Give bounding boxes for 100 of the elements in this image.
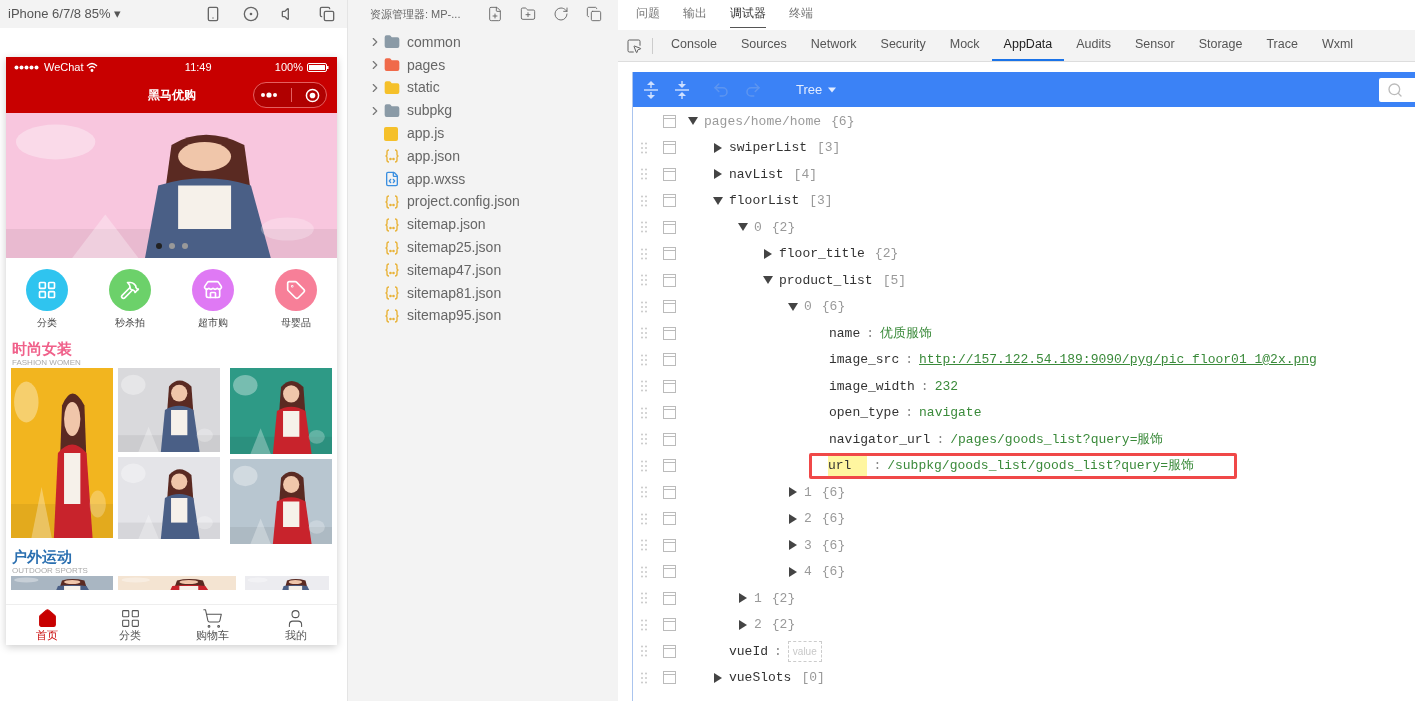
panel-icon[interactable] [663, 353, 676, 367]
panel-tab[interactable]: 输出 [683, 4, 707, 28]
panel-icon[interactable] [663, 114, 676, 128]
undo-icon[interactable] [712, 80, 730, 99]
panel-icon[interactable] [663, 247, 676, 261]
panel-icon[interactable] [663, 618, 676, 632]
category-label[interactable]: 超市购 [197, 314, 228, 330]
record-icon[interactable] [243, 6, 259, 22]
devtools-tab[interactable]: Sources [728, 30, 799, 61]
file-tree-item[interactable]: app.wxss [348, 167, 618, 191]
panel-tab[interactable]: 调试器 [730, 4, 766, 28]
panel-tab[interactable]: 终端 [789, 4, 813, 28]
panel-icon[interactable] [663, 379, 676, 393]
drag-handle-icon[interactable] [641, 565, 647, 578]
devtools-tab[interactable]: Network [798, 30, 869, 61]
category-icon[interactable] [26, 268, 69, 311]
panel-tab[interactable]: 问题 [636, 4, 660, 28]
drag-handle-icon[interactable] [641, 433, 647, 446]
new-file-icon[interactable] [487, 6, 503, 22]
phone-icon[interactable] [205, 6, 221, 22]
devtools-tab[interactable]: Storage [1186, 30, 1255, 61]
devtools-tab[interactable]: Security [868, 30, 938, 61]
panel-icon[interactable] [663, 406, 676, 420]
search-field[interactable] [1379, 77, 1415, 102]
category-label[interactable]: 秒杀拍 [115, 314, 146, 330]
drag-handle-icon[interactable] [641, 300, 647, 313]
tab-bar-item[interactable]: 首页 [22, 608, 73, 642]
file-tree-item[interactable]: app.js [348, 122, 618, 145]
window-icon[interactable] [319, 6, 335, 22]
drag-handle-icon[interactable] [641, 380, 647, 393]
devtools-tab[interactable]: Mock [937, 30, 992, 61]
file-tree-item[interactable]: subpkg [348, 99, 618, 123]
file-tree-item[interactable]: sitemap25.json [348, 236, 618, 259]
drag-handle-icon[interactable] [641, 221, 647, 234]
file-tree-item[interactable]: sitemap81.json [348, 281, 618, 305]
panel-icon[interactable] [663, 644, 676, 658]
tab-bar-item[interactable]: 我的 [270, 608, 321, 642]
category-label[interactable]: 母婴品 [280, 314, 311, 330]
panel-icon[interactable] [663, 194, 676, 208]
drag-handle-icon[interactable] [641, 592, 647, 605]
drag-handle-icon[interactable] [641, 512, 647, 525]
drag-handle-icon[interactable] [641, 645, 647, 658]
panel-icon[interactable] [663, 512, 676, 526]
category-label[interactable]: 分类 [37, 314, 58, 330]
new-folder-icon[interactable] [520, 6, 536, 22]
panel-icon[interactable] [663, 220, 676, 234]
panel-icon[interactable] [663, 300, 676, 314]
panel-icon[interactable] [663, 671, 676, 685]
devtools-tab[interactable]: Audits [1064, 30, 1123, 61]
drag-handle-icon[interactable] [641, 539, 647, 552]
file-tree-item[interactable]: static [348, 76, 618, 100]
drag-handle-icon[interactable] [641, 247, 647, 260]
drag-handle-icon[interactable] [641, 618, 647, 631]
file-tree-item[interactable]: sitemap.json [348, 213, 618, 237]
drag-handle-icon[interactable] [641, 141, 647, 154]
collapse-all-icon[interactable] [586, 6, 602, 22]
drag-handle-icon[interactable] [641, 459, 647, 472]
refresh-icon[interactable] [553, 6, 569, 22]
file-tree-item[interactable]: sitemap47.json [348, 258, 618, 282]
inspect-icon[interactable] [626, 37, 642, 54]
panel-icon[interactable] [663, 538, 676, 552]
close-app-icon[interactable] [304, 87, 320, 103]
category-icon[interactable] [274, 268, 317, 311]
drag-handle-icon[interactable] [641, 327, 647, 340]
tab-bar-item[interactable]: 分类 [105, 608, 156, 642]
category-icon[interactable] [109, 268, 152, 311]
file-tree-item[interactable]: common [348, 31, 618, 54]
devtools-tab[interactable]: Wxml [1309, 30, 1366, 61]
tab-bar-item[interactable]: 购物车 [187, 608, 238, 642]
drag-handle-icon[interactable] [641, 486, 647, 499]
devtools-tab[interactable]: AppData [991, 30, 1065, 61]
more-icon[interactable] [260, 92, 279, 98]
drag-handle-icon[interactable] [641, 274, 647, 287]
expand-all-icon[interactable] [643, 80, 659, 99]
panel-icon[interactable] [663, 326, 676, 340]
panel-icon[interactable] [663, 565, 676, 579]
file-tree-item[interactable]: project.config.json [348, 190, 618, 214]
file-tree-item[interactable]: pages [348, 53, 618, 77]
category-icon[interactable] [191, 268, 234, 311]
panel-icon[interactable] [663, 141, 676, 155]
drag-handle-icon[interactable] [641, 168, 647, 181]
file-tree-item[interactable]: app.json [348, 145, 618, 168]
devtools-tab[interactable]: Trace [1254, 30, 1310, 61]
collapse-all-icon[interactable] [674, 80, 690, 99]
file-tree-item[interactable]: sitemap95.json [348, 304, 618, 328]
panel-icon[interactable] [663, 273, 676, 287]
value-link[interactable]: http://157.122.54.189:9090/pyg/pic_floor01_1@2x.png [919, 350, 1317, 370]
drag-handle-icon[interactable] [641, 194, 647, 207]
devtools-tab[interactable]: Console [659, 30, 729, 61]
redo-icon[interactable] [744, 80, 762, 99]
panel-icon[interactable] [663, 167, 676, 181]
panel-icon[interactable] [663, 591, 676, 605]
drag-handle-icon[interactable] [641, 671, 647, 684]
panel-icon[interactable] [663, 432, 676, 446]
drag-handle-icon[interactable] [641, 406, 647, 419]
capsule-menu[interactable] [253, 82, 327, 108]
drag-handle-icon[interactable] [641, 353, 647, 366]
panel-icon[interactable] [663, 459, 676, 473]
panel-icon[interactable] [663, 485, 676, 499]
devtools-tab[interactable]: Sensor [1123, 30, 1187, 61]
